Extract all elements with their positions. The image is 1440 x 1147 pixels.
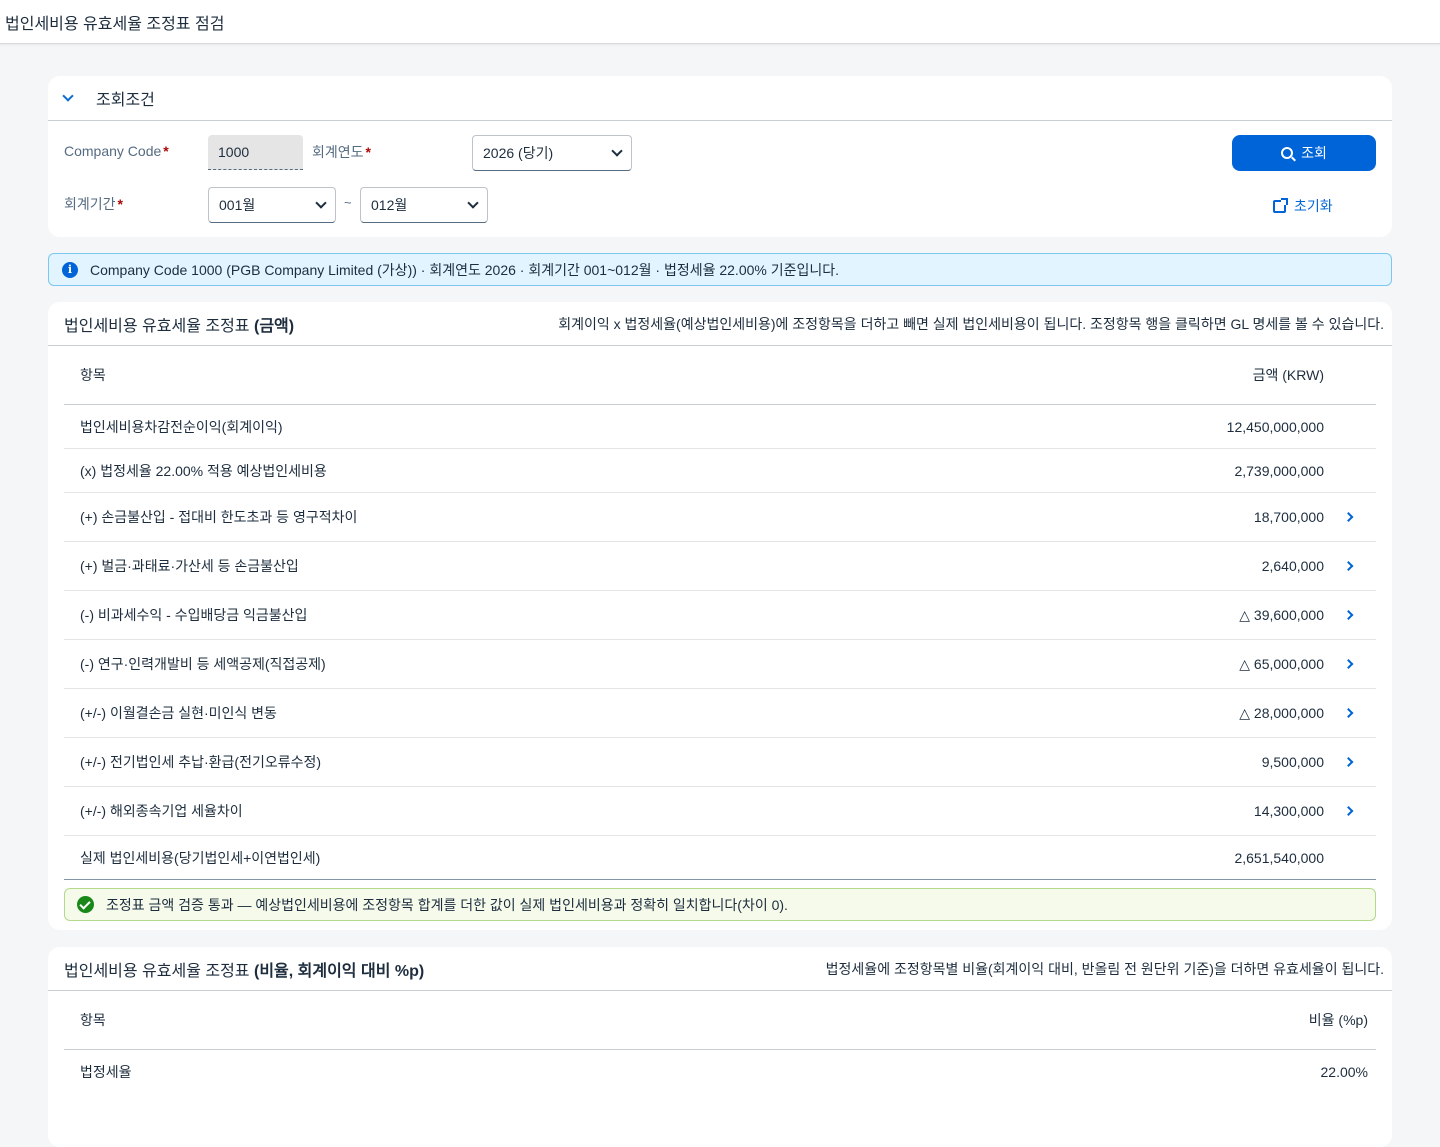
- row-label: (+/-) 해외종속기업 세율차이: [80, 803, 243, 819]
- period-to-select[interactable]: 012월: [360, 187, 488, 223]
- row-amount: △ 39,600,000: [1239, 606, 1324, 623]
- table-row[interactable]: (+) 벌금·과태료·가산세 등 손금불산입 2,640,000: [64, 542, 1376, 591]
- row-amount: 14,300,000: [1253, 803, 1324, 819]
- success-check-icon: [77, 896, 94, 913]
- validation-text: 조정표 금액 검증 통과 — 예상법인세비용에 조정항목 합계를 더한 값이 실…: [106, 896, 788, 913]
- chevron-down-icon: [467, 197, 479, 209]
- table-row[interactable]: (-) 비과세수익 - 수입배당금 익금불산입 △ 39,600,000: [64, 591, 1376, 640]
- chevron-right-icon[interactable]: [1343, 659, 1354, 669]
- search-icon: [1281, 147, 1294, 159]
- amount-table-title: 법인세비용 유효세율 조정표 (금액): [64, 317, 295, 335]
- row-label: (-) 비과세수익 - 수입배당금 익금불산입: [80, 607, 308, 623]
- amount-table-column-header: 항목 금액 (KRW): [64, 346, 1376, 405]
- row-amount: △ 65,000,000: [1239, 655, 1324, 672]
- row-amount: 2,640,000: [1261, 558, 1324, 574]
- column-item: 항목: [80, 367, 106, 383]
- column-ratio: 비율 (%p): [1308, 1012, 1368, 1028]
- ratio-table-panel: 법인세비용 유효세율 조정표 (비율, 회계이익 대비 %p) 법정세율에 조정…: [48, 947, 1392, 1147]
- table-row[interactable]: (-) 연구·인력개발비 등 세액공제(직접공제) △ 65,000,000: [64, 640, 1376, 689]
- row-label: 법정세율: [80, 1064, 132, 1080]
- reset-icon: [1273, 197, 1288, 213]
- chevron-right-icon[interactable]: [1343, 757, 1354, 767]
- table-row: 법인세비용차감전순이익(회계이익) 12,450,000,000: [64, 405, 1376, 449]
- table-row[interactable]: (+/-) 해외종속기업 세율차이 14,300,000: [64, 787, 1376, 836]
- row-amount: 9,500,000: [1261, 754, 1324, 770]
- row-ratio: 22.00%: [1320, 1064, 1368, 1080]
- row-label: (+) 손금불산입 - 접대비 한도초과 등 영구적차이: [80, 509, 358, 525]
- ratio-table: 항목 비율 (%p) 법정세율 22.00%: [64, 991, 1376, 1094]
- chevron-down-icon: [611, 145, 623, 157]
- reset-button[interactable]: 초기화: [1273, 196, 1333, 216]
- chevron-down-icon: [315, 197, 327, 209]
- filter-header[interactable]: 조회조건: [48, 76, 1392, 121]
- info-text: Company Code 1000 (PGB Company Limited (…: [90, 261, 840, 278]
- amount-table: 항목 금액 (KRW) 법인세비용차감전순이익(회계이익) 12,450,000,…: [64, 346, 1376, 880]
- chevron-right-icon[interactable]: [1343, 708, 1354, 718]
- row-label: 법인세비용차감전순이익(회계이익): [80, 418, 283, 435]
- table-row[interactable]: (+/-) 이월결손금 실현·미인식 변동 △ 28,000,000: [64, 689, 1376, 738]
- row-amount: 18,700,000: [1253, 509, 1324, 525]
- row-label: (+/-) 전기법인세 추납·환급(전기오류수정): [80, 754, 322, 770]
- top-bar: 법인세비용 유효세율 조정표 점검: [0, 0, 1440, 44]
- table-row: (x) 법정세율 22.00% 적용 예상법인세비용 2,739,000,000: [64, 449, 1376, 493]
- chevron-down-icon[interactable]: [62, 92, 74, 104]
- row-amount: 2,651,540,000: [1234, 849, 1324, 866]
- ratio-table-title: 법인세비용 유효세율 조정표 (비율, 회계이익 대비 %p): [64, 962, 425, 980]
- ratio-table-description: 법정세율에 조정항목별 비율(회계이익 대비, 반올림 전 원단위 기준)을 더…: [825, 960, 1384, 977]
- column-item: 항목: [80, 1012, 106, 1028]
- row-label: (+/-) 이월결손금 실현·미인식 변동: [80, 705, 277, 721]
- company-code-field[interactable]: 1000: [208, 135, 303, 170]
- period-separator: ~: [344, 195, 352, 210]
- filter-section-label: 조회조건: [96, 92, 155, 109]
- ratio-table-column-header: 항목 비율 (%p): [64, 991, 1376, 1050]
- row-amount: 2,739,000,000: [1234, 462, 1324, 479]
- table-row[interactable]: (+/-) 전기법인세 추납·환급(전기오류수정) 9,500,000: [64, 738, 1376, 787]
- info-icon: i: [62, 261, 78, 278]
- search-button[interactable]: 조회: [1232, 135, 1376, 171]
- table-row[interactable]: (+) 손금불산입 - 접대비 한도초과 등 영구적차이 18,700,000: [64, 493, 1376, 542]
- amount-table-header: 법인세비용 유효세율 조정표 (금액) 회계이익 x 법정세율(예상법인세비용)…: [48, 302, 1392, 346]
- column-amount: 금액 (KRW): [1252, 367, 1324, 383]
- row-label: (+) 벌금·과태료·가산세 등 손금불산입: [80, 558, 299, 574]
- chevron-right-icon[interactable]: [1343, 512, 1354, 522]
- fiscal-year-select[interactable]: 2026 (당기): [472, 135, 632, 171]
- validation-message-strip: 조정표 금액 검증 통과 — 예상법인세비용에 조정항목 합계를 더한 값이 실…: [64, 888, 1376, 921]
- fiscal-year-label: 회계연도 *: [312, 144, 371, 160]
- period-label: 회계기간 *: [64, 196, 123, 212]
- row-label: (-) 연구·인력개발비 등 세액공제(직접공제): [80, 656, 326, 672]
- info-message-strip: i Company Code 1000 (PGB Company Limited…: [48, 253, 1392, 286]
- table-row: 실제 법인세비용(당기법인세+이연법인세) 2,651,540,000: [64, 836, 1376, 880]
- company-code-label: Company Code *: [64, 143, 169, 159]
- row-amount: 12,450,000,000: [1226, 418, 1324, 435]
- page-title: 법인세비용 유효세율 조정표 점검: [5, 15, 225, 33]
- chevron-right-icon[interactable]: [1343, 561, 1354, 571]
- amount-table-panel: 법인세비용 유효세율 조정표 (금액) 회계이익 x 법정세율(예상법인세비용)…: [48, 302, 1392, 930]
- row-amount: △ 28,000,000: [1239, 704, 1324, 721]
- amount-table-description: 회계이익 x 법정세율(예상법인세비용)에 조정항목을 더하고 빼면 실제 법인…: [558, 315, 1384, 332]
- chevron-right-icon[interactable]: [1343, 806, 1354, 816]
- filter-panel: 조회조건 Company Code * 1000 회계연도 * 2026 (당기) …: [48, 76, 1392, 237]
- row-label: (x) 법정세율 22.00% 적용 예상법인세비용: [80, 462, 327, 479]
- ratio-table-header: 법인세비용 유효세율 조정표 (비율, 회계이익 대비 %p) 법정세율에 조정…: [48, 947, 1392, 991]
- table-row: 법정세율 22.00%: [64, 1050, 1376, 1094]
- row-label: 실제 법인세비용(당기법인세+이연법인세): [80, 849, 321, 866]
- chevron-right-icon[interactable]: [1343, 610, 1354, 620]
- period-from-select[interactable]: 001월: [208, 187, 336, 223]
